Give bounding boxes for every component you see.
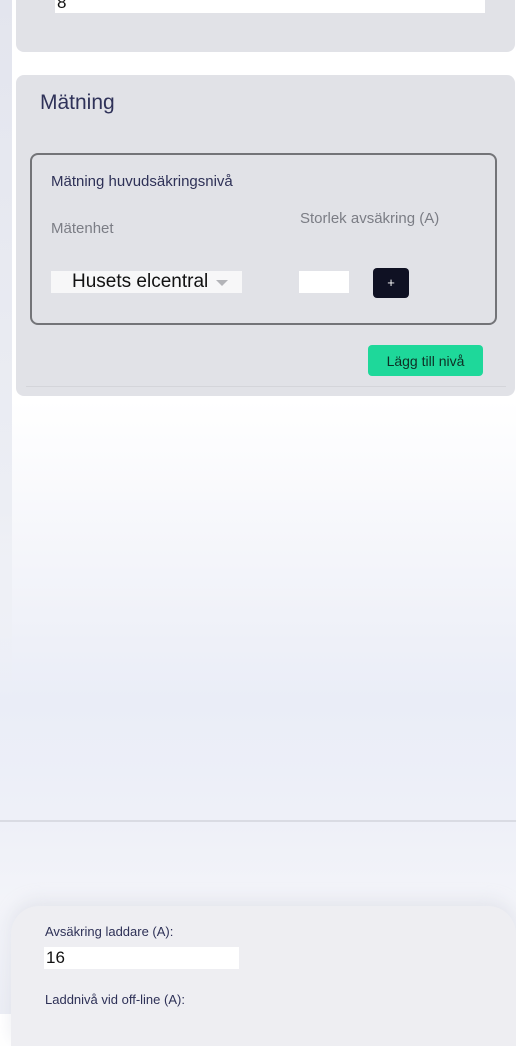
previous-settings-card [16, 0, 515, 52]
card-divider [26, 386, 506, 387]
measurement-unit-label: Mätenhet [51, 220, 114, 237]
charger-fuse-label: Avsäkring laddare (A): [45, 924, 174, 939]
measurement-unit-select[interactable]: Husets elcentral [51, 271, 242, 293]
fuse-size-input[interactable] [299, 271, 349, 293]
top-value-field[interactable] [55, 0, 485, 13]
add-level-button[interactable]: Lägg till nivå [368, 345, 483, 376]
measurement-unit-select-value: Husets elcentral [72, 271, 209, 292]
chevron-down-icon [216, 280, 229, 286]
section-divider [0, 820, 516, 822]
charger-fuse-field[interactable] [44, 947, 239, 969]
charger-settings-card: Avsäkring laddare (A): Laddnivå vid off-… [11, 906, 516, 1046]
fuse-size-label: Storlek avsäkring (A) [300, 210, 440, 227]
add-unit-button[interactable]: + [373, 268, 409, 298]
offline-level-label: Laddnivå vid off-line (A): [45, 992, 185, 1007]
level-title: Mätning huvudsäkringsnivå [51, 173, 233, 190]
matning-title: Mätning [40, 91, 115, 114]
left-sidebar-edge [0, 0, 12, 720]
matning-level-box: Mätning huvudsäkringsnivå Mätenhet Storl… [30, 153, 497, 325]
matning-card: Mätning Mätning huvudsäkringsnivå Mätenh… [16, 75, 515, 396]
